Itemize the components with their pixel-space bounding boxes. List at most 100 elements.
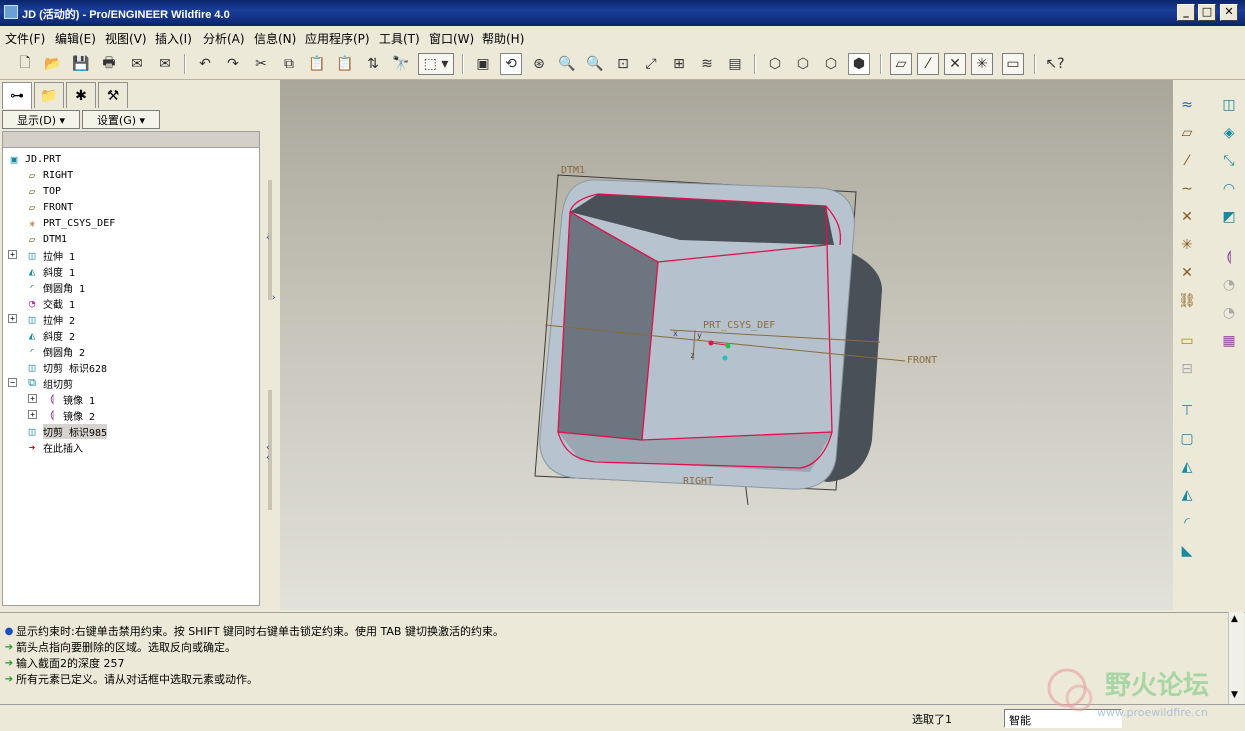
- spin-center-icon[interactable]: ⟲: [500, 53, 522, 75]
- datum-axis-tool-icon[interactable]: ⁄: [1176, 150, 1198, 172]
- wireframe-icon[interactable]: ⬡: [764, 53, 786, 75]
- reorient-icon[interactable]: ⤢: [640, 53, 662, 75]
- sketch-tool-icon[interactable]: ≈: [1176, 94, 1198, 116]
- menu-edit[interactable]: 编辑(E): [55, 30, 96, 47]
- expand-toggle[interactable]: +: [28, 394, 37, 403]
- menu-window[interactable]: 窗口(W): [429, 30, 474, 47]
- revolve-tool-icon[interactable]: ◈: [1218, 122, 1240, 144]
- analysis-tool-icon[interactable]: ✕: [1176, 262, 1198, 284]
- close-button[interactable]: ✕: [1220, 4, 1238, 21]
- print-icon[interactable]: 🖶: [98, 53, 120, 75]
- annotation-toggle-icon[interactable]: ▭: [1002, 53, 1024, 75]
- save-icon[interactable]: 💾: [70, 53, 92, 75]
- tree-item[interactable]: ◫ 切剪 标识628: [25, 359, 107, 375]
- blend-tool-icon[interactable]: ◠: [1218, 178, 1240, 200]
- rib-tool-icon[interactable]: ◭: [1176, 456, 1198, 478]
- show-dropdown-button[interactable]: 显示(D) ▾: [2, 110, 80, 129]
- shell-tool-icon[interactable]: ▢: [1176, 428, 1198, 450]
- tab-connections-icon[interactable]: ⚒: [98, 82, 128, 108]
- menu-insert[interactable]: 插入(I): [155, 30, 192, 47]
- round-tool-icon[interactable]: ◜: [1176, 512, 1198, 534]
- sweep-tool-icon[interactable]: ⤡: [1218, 150, 1240, 172]
- hole-tool-icon[interactable]: ⊤: [1176, 400, 1198, 422]
- tree-item[interactable]: + ◫ 拉伸 1: [8, 247, 75, 263]
- menu-info[interactable]: 信息(N): [254, 30, 296, 47]
- tree-item[interactable]: ✳ PRT_CSYS_DEF: [25, 215, 116, 231]
- tab-model-tree-icon[interactable]: ⊶: [2, 82, 32, 109]
- tree-item[interactable]: ◜ 倒圆角 2: [25, 343, 85, 359]
- tree-item[interactable]: ◜ 倒圆角 1: [25, 279, 85, 295]
- expand-toggle[interactable]: +: [8, 250, 17, 259]
- tree-item[interactable]: ▱ TOP: [25, 183, 61, 199]
- paste-icon[interactable]: 📋: [306, 53, 328, 75]
- tab-favorites-icon[interactable]: ✱: [66, 82, 96, 108]
- tab-folder-browser-icon[interactable]: 📁: [34, 82, 64, 108]
- datum-plane-tool-icon[interactable]: ▱: [1176, 122, 1198, 144]
- regenerate-icon[interactable]: ⇅: [362, 53, 384, 75]
- refit-icon[interactable]: ⊡: [612, 53, 634, 75]
- tree-item[interactable]: ➔ 在此插入: [25, 439, 83, 455]
- view-manager-icon[interactable]: ▤: [724, 53, 746, 75]
- zoom-out-icon[interactable]: 🔍: [584, 53, 606, 75]
- find-icon[interactable]: 🔭: [390, 53, 412, 75]
- annotation-tool-icon[interactable]: ▭: [1176, 330, 1198, 352]
- fill-tool-icon[interactable]: ◩: [1218, 206, 1240, 228]
- tree-item[interactable]: − ⧉ 组切剪: [8, 375, 73, 391]
- minimize-button[interactable]: _: [1177, 4, 1195, 21]
- menu-file[interactable]: 文件(F): [5, 30, 45, 47]
- datum-planes-toggle-icon[interactable]: ▱: [890, 53, 912, 75]
- datum-curve-tool-icon[interactable]: ∼: [1176, 178, 1198, 200]
- layers-icon[interactable]: ≋: [696, 53, 718, 75]
- menu-help[interactable]: 帮助(H): [482, 30, 524, 47]
- datum-points-toggle-icon[interactable]: ✕: [944, 53, 966, 75]
- datum-point-tool-icon[interactable]: ✕: [1176, 206, 1198, 228]
- hidden-line-icon[interactable]: ⬡: [792, 53, 814, 75]
- menu-applications[interactable]: 应用程序(P): [305, 30, 370, 47]
- paste-special-icon[interactable]: 📋: [334, 53, 356, 75]
- orient-mode-icon[interactable]: ⊛: [528, 53, 550, 75]
- tree-item[interactable]: + ◫ 拉伸 2: [8, 311, 75, 327]
- repaint-icon[interactable]: ▣: [472, 53, 494, 75]
- expand-toggle[interactable]: +: [8, 314, 17, 323]
- menu-analysis[interactable]: 分析(A): [203, 30, 245, 47]
- tree-item[interactable]: ▱ FRONT: [25, 199, 73, 215]
- selection-box-dropdown[interactable]: ⬚ ▾: [418, 53, 454, 75]
- tree-item[interactable]: + ⟬ 镜像 2: [28, 407, 95, 423]
- maximize-button[interactable]: □: [1198, 4, 1216, 21]
- tree-item[interactable]: ◭ 斜度 1: [25, 263, 75, 279]
- context-help-icon[interactable]: ↖?: [1044, 53, 1066, 75]
- csys-tool-icon[interactable]: ✳: [1176, 234, 1198, 256]
- tree-item[interactable]: + ⟬ 镜像 1: [28, 391, 95, 407]
- scroll-up-icon[interactable]: ▲: [1231, 614, 1238, 624]
- tree-item[interactable]: ▱ DTM1: [25, 231, 67, 247]
- send-mail-icon[interactable]: ✉: [126, 53, 148, 75]
- new-file-icon[interactable]: 🗋: [14, 53, 36, 75]
- trim-tool-icon[interactable]: ◔: [1218, 302, 1240, 324]
- datum-axes-toggle-icon[interactable]: ⁄: [917, 53, 939, 75]
- tree-item[interactable]: ◭ 斜度 2: [25, 327, 75, 343]
- tree-item-selected[interactable]: ◫ 切剪 标识985: [25, 423, 108, 439]
- sketch-datum-tool-icon[interactable]: ⛓: [1176, 290, 1198, 312]
- pattern-tool-icon[interactable]: ▦: [1218, 330, 1240, 352]
- settings-dropdown-button[interactable]: 设置(G) ▾: [82, 110, 160, 129]
- menu-tools[interactable]: 工具(T): [379, 30, 420, 47]
- menu-view[interactable]: 视图(V): [105, 30, 147, 47]
- redo-icon[interactable]: ↷: [222, 53, 244, 75]
- shading-icon[interactable]: ⬢: [848, 53, 870, 75]
- send-link-icon[interactable]: ✉: [154, 53, 176, 75]
- saved-views-icon[interactable]: ⊞: [668, 53, 690, 75]
- merge-tool-icon[interactable]: ◔: [1218, 274, 1240, 296]
- expand-toggle[interactable]: +: [28, 410, 37, 419]
- graphics-viewport[interactable]: DTM1 PRT_CSYS_DEF FRONT RIGHT x y z: [280, 80, 1173, 610]
- tree-item[interactable]: ▱ RIGHT: [25, 167, 73, 183]
- zoom-in-icon[interactable]: 🔍: [556, 53, 578, 75]
- collapse-toggle[interactable]: −: [8, 378, 17, 387]
- cut-icon[interactable]: ✂: [250, 53, 272, 75]
- panel-splitter[interactable]: ‹ › ‹ ‹: [264, 80, 280, 608]
- chamfer-tool-icon[interactable]: ◣: [1176, 540, 1198, 562]
- open-folder-icon[interactable]: 📂: [42, 53, 64, 75]
- extrude-tool-icon[interactable]: ◫: [1218, 94, 1240, 116]
- tree-item[interactable]: ▣ JD.PRT: [7, 151, 61, 167]
- mirror-tool-icon[interactable]: ⟬: [1218, 246, 1240, 268]
- tree-item[interactable]: ◔ 交截 1: [25, 295, 75, 311]
